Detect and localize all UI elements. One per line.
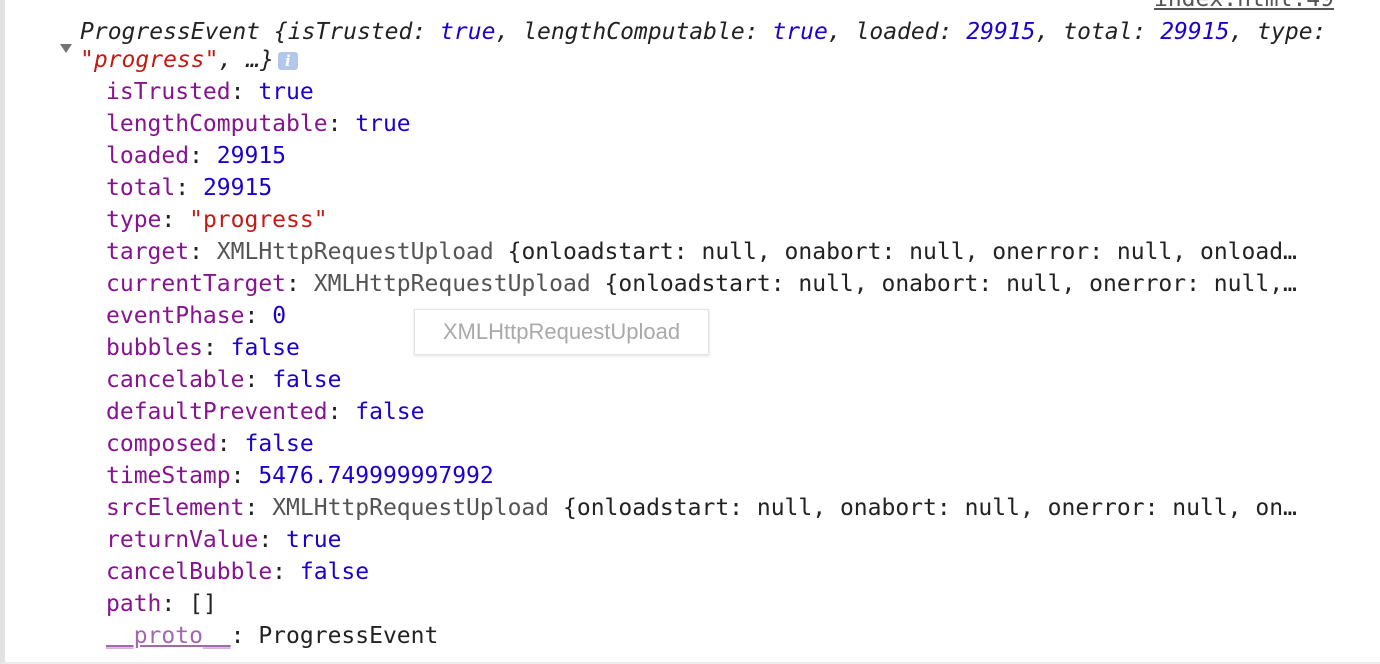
property-row-expandable[interactable]: currentTarget: XMLHttpRequestUpload {onl… [106,268,1356,300]
property-preview: {onloadstart: null, onabort: null, onerr… [507,239,1297,265]
property-value: 29915 [202,175,273,201]
property-value: 5476.749999997992 [258,463,494,489]
property-key: loaded [106,143,190,169]
property-value: true [355,111,411,137]
property-list: isTrusted: true lengthComputable: true l… [106,76,1356,652]
header-key: lengthComputable [523,19,745,45]
property-preview: {onloadstart: null, onabort: null, onerr… [563,495,1297,521]
header-value: true [772,19,828,45]
property-key: bubbles [106,335,203,361]
property-key: lengthComputable [106,111,328,137]
property-key: __proto__ [106,623,231,649]
property-row-expandable[interactable]: target: XMLHttpRequestUpload {onloadstar… [106,236,1356,268]
header-value: true [440,19,496,45]
property-row: loaded: 29915 [106,143,287,169]
header-key: total [1063,19,1133,45]
property-key: isTrusted [106,79,231,105]
property-row-expandable[interactable]: path: [] [106,588,1356,620]
property-class: XMLHttpRequestUpload [272,495,550,521]
property-value: false [299,559,370,585]
property-class: XMLHttpRequestUpload [216,239,494,265]
info-icon[interactable]: i [277,51,298,70]
header-value: 29915 [966,19,1036,45]
header-ellipsis: …} [246,47,274,73]
property-key: currentTarget [106,271,287,297]
property-value: false [244,431,314,457]
property-key: cancelBubble [106,559,273,585]
collapse-arrow-icon[interactable] [60,44,72,53]
property-value: true [258,79,314,105]
property-row: returnValue: true [106,527,342,553]
object-header[interactable]: ProgressEvent {isTrusted: true, lengthCo… [80,18,1360,74]
header-class-name: ProgressEvent [80,19,261,45]
property-row: bubbles: false [106,335,300,361]
property-class: XMLHttpRequestUpload [313,271,591,297]
property-key: type [106,207,162,233]
property-row: total: 29915 [106,175,273,201]
property-row: timeStamp: 5476.749999997992 [106,463,494,489]
property-value: ProgressEvent [258,623,439,649]
property-row: isTrusted: true [106,79,314,105]
property-row-expandable[interactable]: __proto__: ProgressEvent [106,620,1356,652]
property-value: "progress" [189,207,328,233]
property-row: lengthComputable: true [106,111,411,137]
property-value: 29915 [216,143,287,169]
property-row: cancelBubble: false [106,559,370,585]
property-key: srcElement [106,495,245,521]
property-row-expandable[interactable]: srcElement: XMLHttpRequestUpload {onload… [106,492,1356,524]
property-key: cancelable [106,367,245,393]
devtools-console: index.html:49 ProgressEvent { isTrusted: … [0,0,1380,664]
hover-tooltip: XMLHttpRequestUpload [414,309,709,355]
property-row: cancelable: false [106,367,342,393]
property-row: composed: false [106,431,314,457]
header-key: type [1257,19,1313,45]
header-key: isTrusted [287,19,413,45]
property-row: defaultPrevented: false [106,399,425,425]
property-key: path [106,591,162,617]
property-key: eventPhase [106,303,245,329]
header-open-brace: { [260,19,288,45]
property-value: true [286,527,342,553]
header-value: 29915 [1160,19,1230,45]
property-row: type: "progress" [106,207,328,233]
property-value: false [230,335,300,361]
property-key: total [106,175,176,201]
header-key: loaded [855,19,939,45]
source-link[interactable]: index.html:49 [1154,0,1334,12]
property-key: defaultPrevented [106,399,328,425]
property-value: false [355,399,425,425]
property-key: composed [106,431,217,457]
property-key: timeStamp [106,463,231,489]
property-value: [] [189,591,217,617]
property-value: false [272,367,342,393]
property-key: target [106,239,190,265]
property-row: eventPhase: 0 [106,303,287,329]
property-key: returnValue [106,527,259,553]
property-preview: {onloadstart: null, onabort: null, onerr… [604,271,1297,297]
property-value: 0 [272,303,287,329]
header-value: "progress" [80,47,219,73]
